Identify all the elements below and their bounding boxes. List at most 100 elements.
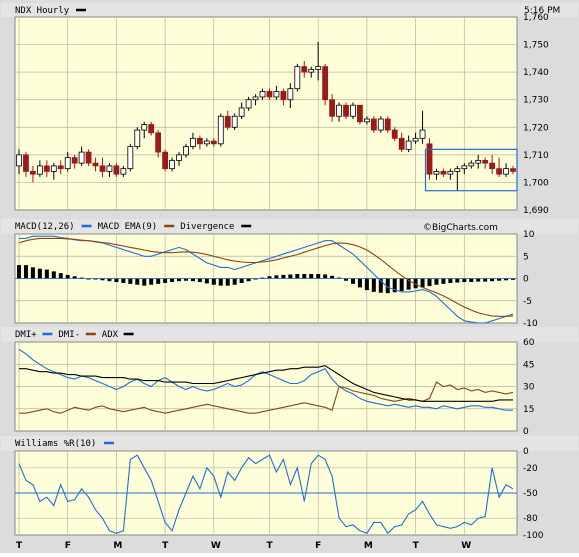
candle-body	[329, 99, 335, 117]
divergence-bar	[316, 274, 321, 279]
divergence-bar	[469, 278, 474, 283]
divergence-bar	[170, 278, 175, 283]
candle-body	[419, 129, 426, 139]
divergence-bar	[490, 278, 495, 282]
candle-body	[461, 165, 468, 170]
candle-body	[106, 165, 113, 172]
legend-label: Williams %R(10)	[15, 439, 96, 449]
y-tick-label: -10	[523, 319, 538, 329]
y-tick-label: 0	[523, 447, 529, 457]
candle-body	[503, 168, 509, 175]
divergence-bar	[128, 278, 133, 284]
candle-body	[343, 104, 349, 117]
divergence-bar	[107, 278, 112, 282]
divergence-bar	[135, 278, 140, 285]
divergence-bar	[121, 278, 126, 283]
y-tick-label: 1,740	[523, 68, 549, 78]
candle-body	[30, 170, 36, 175]
divergence-bar	[288, 274, 293, 279]
divergence-bar	[17, 265, 21, 279]
y-tick-label: 15	[523, 405, 534, 415]
divergence-bar	[239, 278, 244, 283]
candle-body	[23, 154, 29, 172]
divergence-bar	[211, 278, 216, 285]
candle-body	[468, 162, 475, 167]
divergence-bar	[476, 278, 481, 282]
y-tick-label: 30	[523, 383, 535, 393]
divergence-bar	[197, 278, 202, 283]
y-tick-label: 0	[523, 275, 529, 285]
divergence-bar	[218, 278, 223, 286]
divergence-bar	[483, 278, 488, 282]
candle-body	[454, 168, 461, 172]
y-tick-label: -100	[523, 531, 544, 541]
y-tick-label: -50	[523, 489, 538, 499]
candle-body	[210, 140, 217, 145]
y-tick-label: 1,760	[523, 13, 549, 23]
candle-body	[489, 162, 496, 170]
x-tick-label: T	[162, 541, 169, 551]
divergence-bar	[350, 278, 355, 284]
legend-label: DMI-	[58, 330, 80, 340]
candle-body	[183, 146, 189, 156]
candle-body	[134, 129, 141, 147]
candle-body	[190, 137, 196, 147]
divergence-bar	[448, 278, 453, 283]
candle-body	[155, 132, 162, 153]
chart-stage: T F M T W T F M T W NDX Hourly MACD(12,26) MACD EMA(…	[0, 0, 579, 553]
x-tick-label: M	[364, 541, 373, 551]
divergence-bar	[420, 278, 425, 288]
candle-body	[384, 118, 391, 131]
candle-body	[50, 165, 57, 172]
divergence-bar	[364, 278, 369, 291]
candle-body	[120, 168, 127, 175]
divergence-bar	[44, 269, 49, 279]
legend-label: MACD EMA(9)	[98, 222, 158, 232]
candle-body	[357, 104, 363, 123]
divergence-bar	[330, 275, 335, 279]
legend-label: NDX Hourly	[15, 6, 70, 16]
divergence-bar	[246, 278, 251, 282]
divergence-bar	[177, 278, 182, 282]
divergence-bar	[441, 278, 446, 284]
candle-body	[405, 140, 412, 150]
candle-body	[510, 168, 516, 172]
candle-body	[280, 91, 287, 101]
candle-body	[176, 154, 182, 161]
candle-body	[301, 66, 308, 73]
x-tick-label: F	[65, 541, 71, 551]
divergence-bar	[225, 278, 230, 286]
panel-plot-area-0	[14, 16, 518, 211]
y-tick-label: 1,750	[523, 41, 549, 51]
divergence-bar	[371, 278, 376, 292]
candle-body	[203, 140, 210, 145]
x-tick-label: W	[461, 541, 471, 551]
y-tick-label: 45	[523, 360, 534, 370]
divergence-bar	[309, 274, 314, 279]
x-tick-label: M	[113, 541, 122, 551]
divergence-bar	[357, 278, 362, 288]
candle-body	[36, 165, 43, 175]
candle-body	[57, 165, 64, 170]
divergence-bar	[163, 278, 168, 283]
candle-body	[231, 115, 238, 128]
divergence-bar	[455, 278, 460, 283]
candle-body	[259, 91, 266, 98]
divergence-bar	[156, 278, 161, 284]
divergence-bar	[232, 278, 237, 285]
candle-body	[266, 91, 273, 98]
candle-body	[127, 146, 134, 170]
candle-body	[64, 157, 71, 170]
candle-body	[273, 91, 280, 98]
candle-body	[377, 118, 384, 131]
candle-body	[197, 137, 203, 145]
divergence-bar	[323, 274, 328, 279]
legend-label: MACD(12,26)	[15, 222, 75, 232]
legend-label: DMI+	[15, 330, 37, 340]
candle-body	[391, 129, 398, 139]
x-tick-label: T	[413, 541, 420, 551]
candle-body	[217, 115, 224, 145]
divergence-bar	[30, 267, 35, 279]
y-tick-label: -20	[523, 464, 538, 474]
candle-body	[294, 66, 301, 90]
